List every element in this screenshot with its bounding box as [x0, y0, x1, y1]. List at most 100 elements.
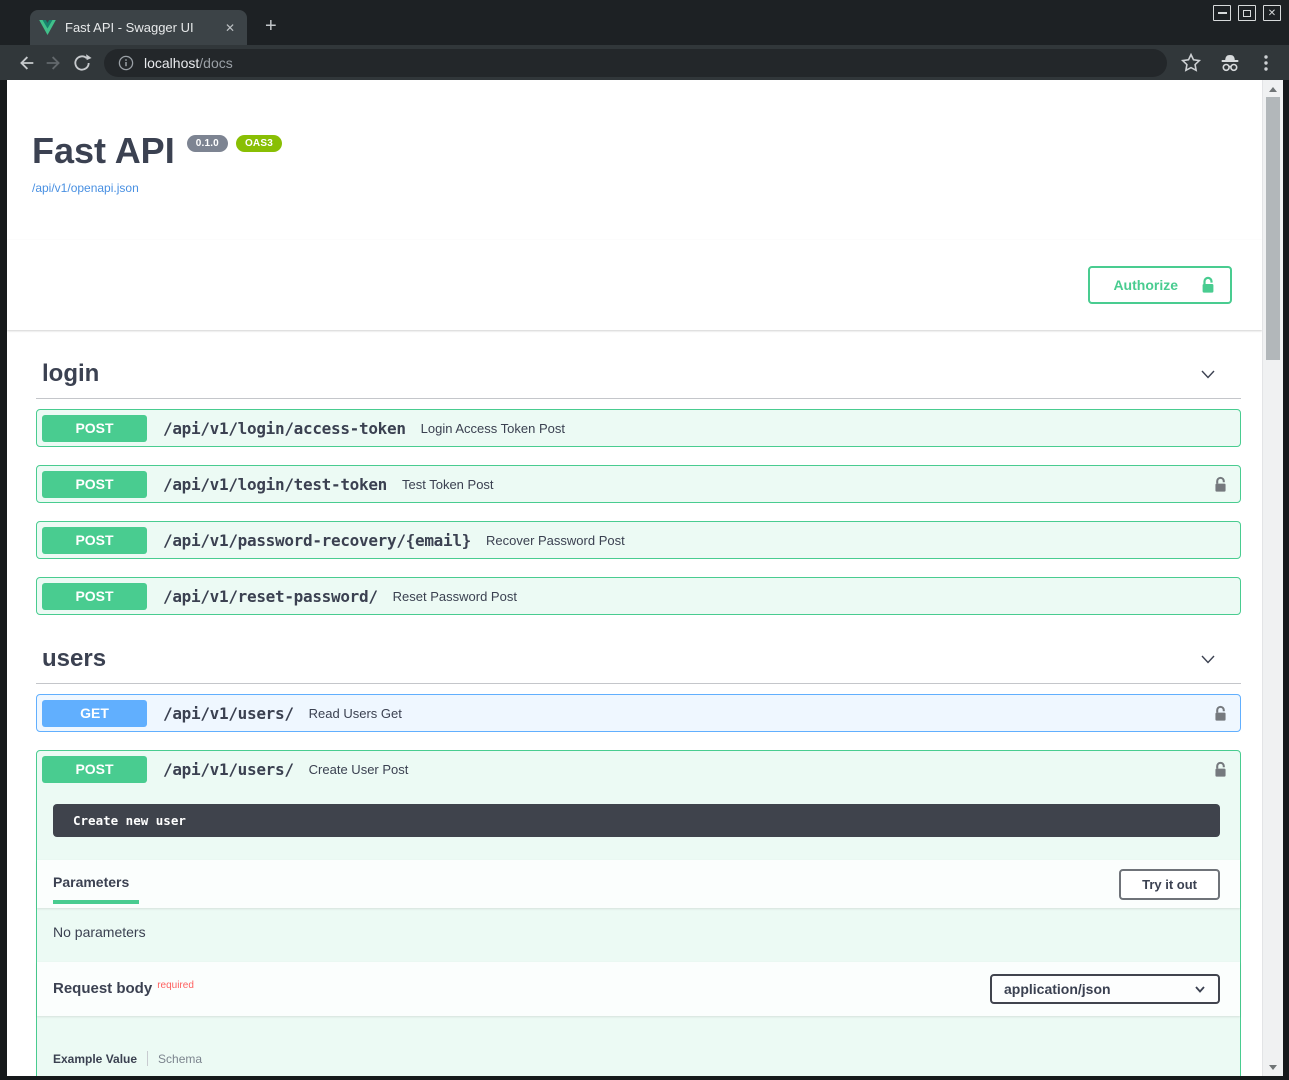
endpoint-create-user-expanded: POST /api/v1/users/ Create User Post — [36, 750, 1241, 1076]
tab-close-icon[interactable]: ✕ — [221, 19, 239, 37]
endpoint-path: /api/v1/password-recovery/{email} — [163, 531, 471, 550]
window-frame: Fast API 0.1.0 OAS3 /api/v1/openapi.json… — [0, 80, 1289, 1080]
openapi-spec-link[interactable]: /api/v1/openapi.json — [32, 181, 139, 195]
forward-button[interactable] — [40, 49, 68, 77]
method-badge: POST — [42, 756, 147, 783]
url-text[interactable]: localhost/docs — [144, 55, 233, 71]
api-title-row: Fast API 0.1.0 OAS3 — [32, 130, 1262, 172]
page-scrollbar[interactable] — [1262, 80, 1283, 1076]
unlocked-padlock-icon — [1213, 761, 1228, 778]
page-title: Fast API — [32, 130, 175, 172]
endpoint-login-test-token: POST /api/v1/login/test-token Test Token… — [36, 465, 1241, 503]
browser-tab[interactable]: Fast API - Swagger UI ✕ — [30, 10, 247, 45]
reload-button[interactable] — [68, 49, 96, 77]
method-badge: POST — [42, 415, 147, 442]
endpoint-password-recovery: POST /api/v1/password-recovery/{email} R… — [36, 521, 1241, 559]
arrow-left-icon — [15, 52, 37, 74]
scrollbar-down-arrow[interactable] — [1263, 1060, 1283, 1074]
endpoint-path: /api/v1/users/ — [163, 704, 294, 723]
site-info-icon[interactable] — [118, 55, 134, 71]
endpoint-reset-password: POST /api/v1/reset-password/ Reset Passw… — [36, 577, 1241, 615]
method-badge: POST — [42, 471, 147, 498]
authorize-label: Authorize — [1113, 277, 1178, 293]
scrollbar-up-arrow[interactable] — [1263, 82, 1283, 96]
required-label: required — [157, 980, 194, 991]
new-tab-button[interactable]: + — [265, 15, 277, 38]
arrow-right-icon — [43, 52, 65, 74]
section-header-users[interactable]: users — [36, 641, 1241, 684]
chevron-down-icon[interactable] — [1197, 363, 1219, 385]
swagger-page: Fast API 0.1.0 OAS3 /api/v1/openapi.json… — [7, 80, 1262, 1076]
chevron-down-icon[interactable] — [1197, 648, 1219, 670]
endpoint-login-access-token: POST /api/v1/login/access-token Login Ac… — [36, 409, 1241, 447]
incognito-icon — [1217, 51, 1243, 75]
parameters-header: Parameters Try it out — [37, 860, 1240, 908]
api-sections: login POST /api/v1/login/access-token Lo… — [7, 356, 1262, 1076]
endpoint-summary-row[interactable]: POST /api/v1/login/test-token Test Token… — [37, 466, 1240, 502]
menu-kebab-icon[interactable] — [1257, 53, 1275, 73]
endpoint-summary: Recover Password Post — [486, 533, 625, 548]
section-title: users — [42, 645, 106, 673]
url-host: localhost — [144, 55, 199, 71]
model-tabs: Example Value Schema — [53, 1051, 1220, 1066]
unlocked-padlock-icon — [1200, 276, 1216, 294]
bookmark-star-icon[interactable] — [1179, 51, 1203, 75]
endpoint-summary: Test Token Post — [402, 477, 494, 492]
chevron-down-icon — [1194, 983, 1206, 995]
tab-parameters[interactable]: Parameters — [53, 874, 139, 904]
maximize-button[interactable] — [1238, 5, 1256, 21]
oas3-badge: OAS3 — [236, 135, 282, 152]
no-parameters-text: No parameters — [37, 908, 1240, 962]
titlebar: Fast API - Swagger UI ✕ + ✕ — [0, 0, 1289, 45]
url-path: /docs — [199, 55, 232, 71]
tab-separator — [147, 1051, 148, 1066]
tab-example-value[interactable]: Example Value — [53, 1052, 137, 1066]
endpoint-summary-row[interactable]: GET /api/v1/users/ Read Users Get — [37, 695, 1240, 731]
back-button[interactable] — [12, 49, 40, 77]
endpoint-summary-row[interactable]: POST /api/v1/login/access-token Login Ac… — [37, 410, 1240, 446]
endpoint-summary-row[interactable]: POST /api/v1/password-recovery/{email} R… — [37, 522, 1240, 558]
endpoint-read-users: GET /api/v1/users/ Read Users Get — [36, 694, 1241, 732]
endpoint-summary-row[interactable]: POST /api/v1/reset-password/ Reset Passw… — [37, 578, 1240, 614]
method-badge: POST — [42, 583, 147, 610]
minimize-button[interactable] — [1213, 5, 1231, 21]
endpoint-summary: Create User Post — [309, 762, 409, 777]
reload-icon — [72, 53, 92, 73]
endpoint-summary: Login Access Token Post — [421, 421, 565, 436]
scrollbar-thumb[interactable] — [1266, 97, 1280, 360]
method-badge: GET — [42, 700, 147, 727]
method-badge: POST — [42, 527, 147, 554]
api-info: Fast API 0.1.0 OAS3 /api/v1/openapi.json — [7, 80, 1262, 197]
try-it-out-button[interactable]: Try it out — [1119, 869, 1220, 900]
operation-description: Create new user — [53, 804, 1220, 837]
tab-schema[interactable]: Schema — [158, 1052, 202, 1066]
endpoint-path: /api/v1/login/test-token — [163, 475, 387, 494]
model-example-area: Example Value Schema { — [37, 1016, 1240, 1076]
endpoint-path: /api/v1/login/access-token — [163, 419, 406, 438]
endpoint-path: /api/v1/reset-password/ — [163, 587, 378, 606]
unlocked-padlock-icon — [1213, 476, 1228, 493]
auth-lock-button[interactable] — [1213, 705, 1228, 722]
maximize-icon — [1243, 10, 1251, 17]
close-button[interactable]: ✕ — [1263, 5, 1281, 21]
request-body-header: Request bodyrequired application/json — [37, 962, 1240, 1016]
authorize-button[interactable]: Authorize — [1088, 266, 1232, 304]
endpoint-summary: Read Users Get — [309, 706, 402, 721]
section-title: login — [42, 360, 99, 388]
section-header-login[interactable]: login — [36, 356, 1241, 399]
endpoint-summary-row[interactable]: POST /api/v1/users/ Create User Post — [37, 751, 1240, 787]
media-type-select[interactable]: application/json — [990, 974, 1220, 1004]
browser-toolbar: localhost/docs — [0, 45, 1289, 80]
endpoint-summary: Reset Password Post — [393, 589, 517, 604]
scheme-container: Authorize — [7, 240, 1262, 330]
version-badge: 0.1.0 — [187, 135, 228, 152]
request-body-label-group: Request bodyrequired — [53, 980, 194, 998]
browser-window: Fast API - Swagger UI ✕ + ✕ — [0, 0, 1289, 1080]
page-viewport: Fast API 0.1.0 OAS3 /api/v1/openapi.json… — [7, 80, 1283, 1076]
unlocked-padlock-icon — [1213, 705, 1228, 722]
minimize-icon — [1218, 12, 1227, 14]
auth-lock-button[interactable] — [1213, 476, 1228, 493]
tab-title: Fast API - Swagger UI — [65, 20, 221, 35]
url-bar[interactable]: localhost/docs — [104, 49, 1167, 77]
auth-lock-button[interactable] — [1213, 761, 1228, 778]
